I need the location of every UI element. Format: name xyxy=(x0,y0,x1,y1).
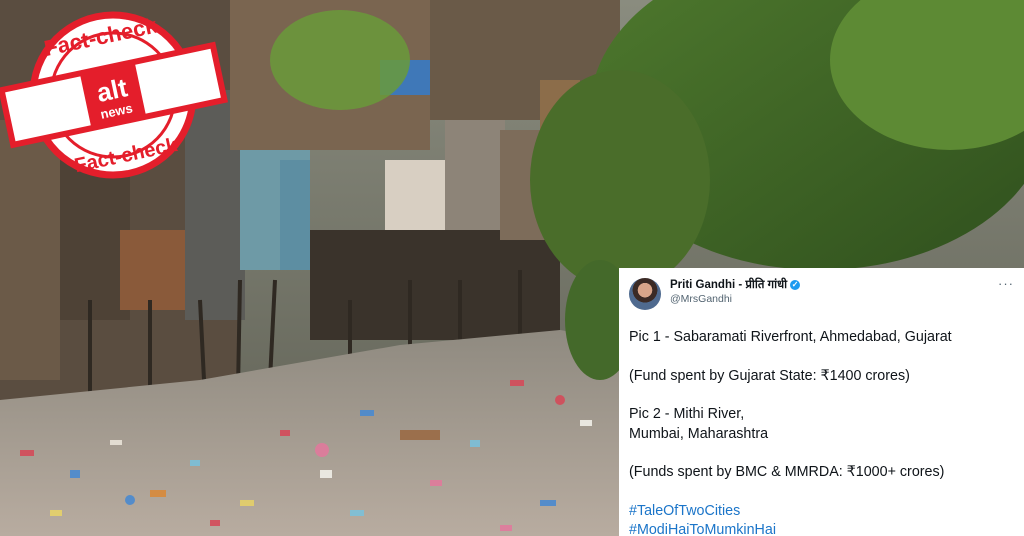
author-name-text[interactable]: Priti Gandhi - प्रीति गांधी xyxy=(670,278,787,292)
hashtag-link[interactable]: #TaleOfTwoCities xyxy=(629,502,1010,522)
verified-badge-icon: ✓ xyxy=(790,280,801,290)
hashtag-link[interactable]: #ModiHaiToMumkinHai xyxy=(629,521,1010,536)
tweet-body: Pic 1 - Sabaramati Riverfront, Ahmedabad… xyxy=(629,328,1010,536)
tweet-line-fund1: (Fund spent by Gujarat State: ₹1400 cror… xyxy=(629,367,910,384)
author-name[interactable]: Priti Gandhi - प्रीति गांधी ✓ xyxy=(670,278,801,292)
more-options-icon[interactable]: ··· xyxy=(998,276,1014,291)
tweet-header: Priti Gandhi - प्रीति गांधी ✓ @MrsGandhi… xyxy=(629,276,1013,318)
tweet-card: Priti Gandhi - प्रीति गांधी ✓ @MrsGandhi… xyxy=(619,268,1024,536)
avatar[interactable] xyxy=(629,278,661,310)
tweet-line-fund2: (Funds spent by BMC & MMRDA: ₹1000+ cror… xyxy=(629,464,945,480)
tweet-line-pic2-b: Mumbai, Maharashtra xyxy=(629,425,769,442)
author-handle[interactable]: @MrsGandhi xyxy=(670,292,800,306)
tweet-line-pic2-a: Pic 2 - Mithi River, xyxy=(629,406,745,422)
tweet-line-pic1: Pic 1 - Sabaramati Riverfront, Ahmedabad… xyxy=(629,329,952,345)
